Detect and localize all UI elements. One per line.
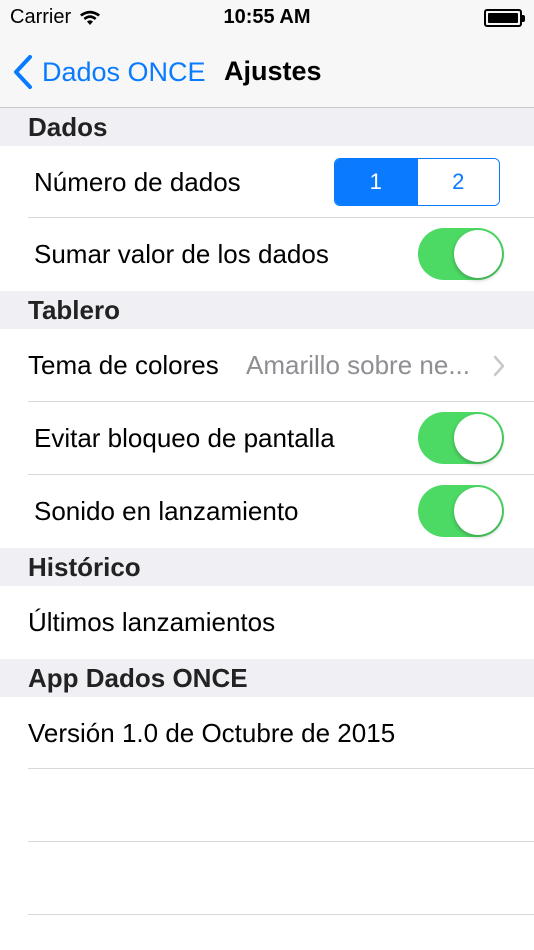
row-sonido-lanzamiento: Sonido en lanzamiento	[0, 475, 534, 548]
status-right	[484, 9, 525, 27]
section-header-historico: Histórico	[0, 548, 534, 586]
toggle-knob	[454, 487, 502, 535]
chevron-left-icon	[14, 55, 32, 89]
evitar-bloqueo-toggle[interactable]	[418, 412, 504, 464]
sonido-lanzamiento-label: Sonido en lanzamiento	[34, 496, 299, 526]
sonido-lanzamiento-toggle[interactable]	[418, 485, 504, 537]
empty-row-separator	[28, 841, 534, 842]
row-numero-de-dados: Número de dados 1 2	[0, 146, 534, 218]
row-separator	[28, 768, 534, 769]
chevron-right-icon	[493, 355, 505, 376]
toggle-knob	[454, 230, 502, 278]
status-bar: Carrier 10:55 AM	[0, 0, 534, 36]
row-evitar-bloqueo: Evitar bloqueo de pantalla	[0, 402, 534, 475]
sumar-valor-toggle[interactable]	[418, 228, 504, 280]
segment-1[interactable]: 1	[335, 159, 417, 205]
section-header-tablero: Tablero	[0, 291, 534, 329]
numero-de-dados-label: Número de dados	[34, 166, 241, 197]
tema-de-colores-value: Amarillo sobre ne...	[246, 350, 470, 380]
battery-icon	[484, 9, 525, 27]
section-header-dados: Dados	[0, 108, 534, 146]
segment-2[interactable]: 2	[416, 159, 499, 205]
empty-row-separator	[28, 914, 534, 915]
evitar-bloqueo-label: Evitar bloqueo de pantalla	[34, 423, 335, 453]
section-header-app: App Dados ONCE	[0, 659, 534, 697]
row-version: Versión 1.0 de Octubre de 2015	[0, 697, 534, 769]
ultimos-lanzamientos-label: Últimos lanzamientos	[28, 607, 276, 637]
row-sumar-valor: Sumar valor de los dados	[0, 218, 534, 291]
status-time: 10:55 AM	[223, 6, 311, 28]
version-label: Versión 1.0 de Octubre de 2015	[28, 717, 396, 748]
sumar-valor-label: Sumar valor de los dados	[34, 239, 329, 269]
row-ultimos-lanzamientos[interactable]: Últimos lanzamientos	[0, 586, 534, 659]
numero-de-dados-segmented-control: 1 2	[334, 158, 500, 206]
back-button[interactable]: Dados ONCE	[12, 52, 206, 92]
tema-de-colores-label: Tema de colores	[28, 350, 219, 380]
row-tema-de-colores[interactable]: Tema de colores Amarillo sobre ne...	[0, 329, 534, 402]
nav-bar: Dados ONCE Ajustes	[0, 36, 534, 108]
page-title: Ajustes	[224, 56, 322, 86]
back-button-label: Dados ONCE	[42, 56, 206, 87]
toggle-knob	[454, 414, 502, 462]
